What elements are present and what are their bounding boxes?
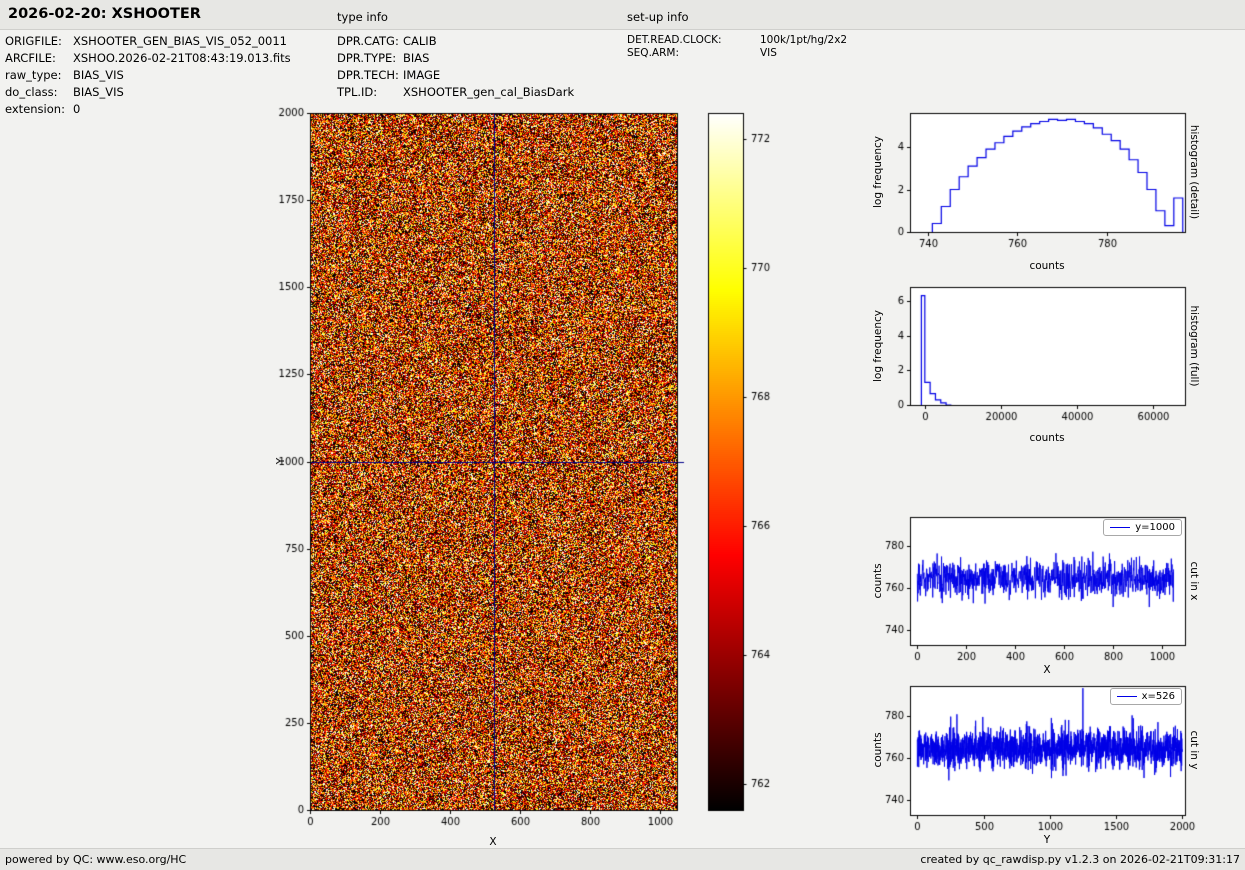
meta-row-arcfile: ARCFILE:XSHOO.2026-02-21T08:43:19.013.fi… xyxy=(5,50,291,67)
colorbar xyxy=(700,100,785,848)
type-info-heading: type info xyxy=(337,10,388,24)
histogram-detail-plot xyxy=(870,100,1200,260)
setup-info-metadata: DET.READ.CLOCK:100k/1pt/hg/2x2 SEQ.ARM:V… xyxy=(627,34,847,60)
meta-row-origfile: ORIGFILE:XSHOOTER_GEN_BIAS_VIS_052_0011 xyxy=(5,33,291,50)
cut-y-legend-label: x=526 xyxy=(1142,691,1175,702)
meta-value: CALIB xyxy=(403,33,437,50)
footer-right-text: created by qc_rawdisp.py v1.2.3 on 2026-… xyxy=(920,849,1240,870)
hist-full-y-label: log frequency xyxy=(872,310,884,382)
meta-row-dpr-tech: DPR.TECH:IMAGE xyxy=(337,67,574,84)
meta-row-extension: extension:0 xyxy=(5,101,291,118)
histogram-full-plot xyxy=(870,274,1200,434)
type-info-metadata: DPR.CATG:CALIB DPR.TYPE:BIAS DPR.TECH:IM… xyxy=(337,33,574,101)
meta-label: ARCFILE: xyxy=(5,50,73,67)
meta-value: XSHOO.2026-02-21T08:43:19.013.fits xyxy=(73,50,291,67)
meta-value: BIAS_VIS xyxy=(73,67,124,84)
meta-label: TPL.ID: xyxy=(337,84,403,101)
meta-row-rawtype: raw_type:BIAS_VIS xyxy=(5,67,291,84)
main-x-axis-label: X xyxy=(489,836,496,848)
meta-row-read-clock: DET.READ.CLOCK:100k/1pt/hg/2x2 xyxy=(627,34,847,47)
cut-x-legend-label: y=1000 xyxy=(1135,522,1175,533)
cut-x-right-label: cut in x xyxy=(1188,561,1200,600)
bias-frame-heatmap xyxy=(255,100,695,848)
meta-label: DET.READ.CLOCK: xyxy=(627,34,760,47)
setup-info-heading: set-up info xyxy=(627,10,689,24)
hist-detail-right-label: histogram (detail) xyxy=(1188,125,1200,219)
cut-y-y-label: counts xyxy=(872,732,884,767)
meta-value: XSHOOTER_GEN_BIAS_VIS_052_0011 xyxy=(73,33,287,50)
hist-full-x-label: counts xyxy=(1029,432,1064,444)
cut-y-legend: x=526 xyxy=(1110,688,1182,705)
legend-line-icon xyxy=(1117,696,1137,697)
cut-x-y-label: counts xyxy=(872,563,884,598)
meta-row-dpr-catg: DPR.CATG:CALIB xyxy=(337,33,574,50)
hist-full-right-label: histogram (full) xyxy=(1188,306,1200,387)
meta-label: DPR.CATG: xyxy=(337,33,403,50)
qc-report-page: 2026-02-20: XSHOOTER type info set-up in… xyxy=(0,0,1245,870)
hist-detail-y-label: log frequency xyxy=(872,136,884,208)
meta-label: DPR.TYPE: xyxy=(337,50,403,67)
footer-bar: powered by QC: www.eso.org/HC created by… xyxy=(0,848,1245,870)
footer-left-text: powered by QC: www.eso.org/HC xyxy=(5,849,186,870)
meta-row-tpl-id: TPL.ID:XSHOOTER_gen_cal_BiasDark xyxy=(337,84,574,101)
hist-detail-x-label: counts xyxy=(1029,260,1064,272)
legend-line-icon xyxy=(1110,527,1130,528)
meta-value: 100k/1pt/hg/2x2 xyxy=(760,34,847,47)
meta-label: extension: xyxy=(5,101,73,118)
cut-y-right-label: cut in y xyxy=(1188,730,1200,769)
meta-label: ORIGFILE: xyxy=(5,33,73,50)
file-metadata: ORIGFILE:XSHOOTER_GEN_BIAS_VIS_052_0011 … xyxy=(5,33,291,118)
meta-row-seq-arm: SEQ.ARM:VIS xyxy=(627,47,847,60)
meta-value: IMAGE xyxy=(403,67,440,84)
meta-label: do_class: xyxy=(5,84,73,101)
meta-value: VIS xyxy=(760,47,777,60)
meta-label: DPR.TECH: xyxy=(337,67,403,84)
meta-value: 0 xyxy=(73,101,80,118)
main-y-axis-label: Y xyxy=(275,458,287,464)
cut-y-x-label: Y xyxy=(1044,834,1050,846)
cut-x-legend: y=1000 xyxy=(1103,519,1182,536)
meta-label: raw_type: xyxy=(5,67,73,84)
meta-value: BIAS_VIS xyxy=(73,84,124,101)
meta-value: XSHOOTER_gen_cal_BiasDark xyxy=(403,84,574,101)
meta-row-dpr-type: DPR.TYPE:BIAS xyxy=(337,50,574,67)
meta-label: SEQ.ARM: xyxy=(627,47,760,60)
page-title: 2026-02-20: XSHOOTER xyxy=(8,6,201,22)
meta-row-doclass: do_class:BIAS_VIS xyxy=(5,84,291,101)
meta-value: BIAS xyxy=(403,50,429,67)
